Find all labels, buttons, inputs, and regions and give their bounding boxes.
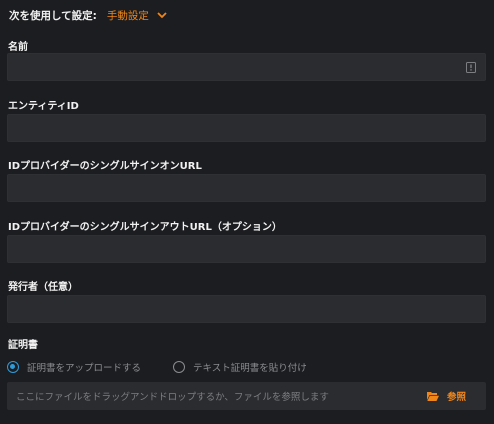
- browse-button[interactable]: 参照: [426, 389, 466, 403]
- radio-paste-certificate[interactable]: テキスト証明書を貼り付け: [173, 360, 307, 374]
- config-mode-dropdown[interactable]: 手動設定: [107, 8, 167, 23]
- sso-url-input[interactable]: [8, 175, 485, 201]
- radio-upload-certificate[interactable]: 証明書をアップロードする: [7, 360, 173, 374]
- slo-url-label: IDプロバイダーのシングルサインアウトURL（オプション）: [8, 222, 282, 233]
- radio-checked-icon: [7, 361, 19, 373]
- radio-unchecked-icon: [173, 361, 185, 373]
- dropzone-text: ここにファイルをドラッグアンドドロップするか、ファイルを参照します: [16, 392, 329, 403]
- config-mode-label: 次を使用して設定:: [9, 9, 97, 22]
- name-input[interactable]: [8, 54, 485, 80]
- sso-url-label: IDプロバイダーのシングルサインオンURL: [8, 161, 202, 172]
- config-mode-row: 次を使用して設定: 手動設定: [9, 7, 167, 23]
- saml-config-form: 次を使用して設定: 手動設定 名前 エンティティID IDプロバイダーのシングル…: [0, 0, 494, 424]
- info-icon: [466, 62, 476, 73]
- name-label: 名前: [8, 42, 28, 53]
- certificate-source-radio-group: 証明書をアップロードする テキスト証明書を貼り付け: [7, 360, 307, 374]
- browse-label: 参照: [446, 392, 466, 403]
- issuer-input-box: [7, 295, 486, 323]
- slo-url-input-box: [7, 235, 486, 263]
- radio-upload-label: 証明書をアップロードする: [27, 363, 142, 374]
- slo-url-input[interactable]: [8, 236, 485, 262]
- certificate-label: 証明書: [8, 340, 38, 351]
- entity-id-label: エンティティID: [8, 101, 79, 112]
- entity-id-input[interactable]: [8, 115, 485, 141]
- config-mode-value: 手動設定: [106, 9, 149, 22]
- entity-id-input-box: [7, 114, 486, 142]
- folder-open-icon: [426, 392, 439, 401]
- chevron-down-icon: [157, 11, 167, 18]
- radio-paste-label: テキスト証明書を貼り付け: [193, 363, 307, 374]
- issuer-label: 発行者（任意）: [8, 282, 78, 293]
- certificate-dropzone[interactable]: ここにファイルをドラッグアンドドロップするか、ファイルを参照します 参照: [7, 382, 486, 410]
- sso-url-input-box: [7, 174, 486, 202]
- issuer-input[interactable]: [8, 296, 485, 322]
- name-input-box: [7, 53, 486, 81]
